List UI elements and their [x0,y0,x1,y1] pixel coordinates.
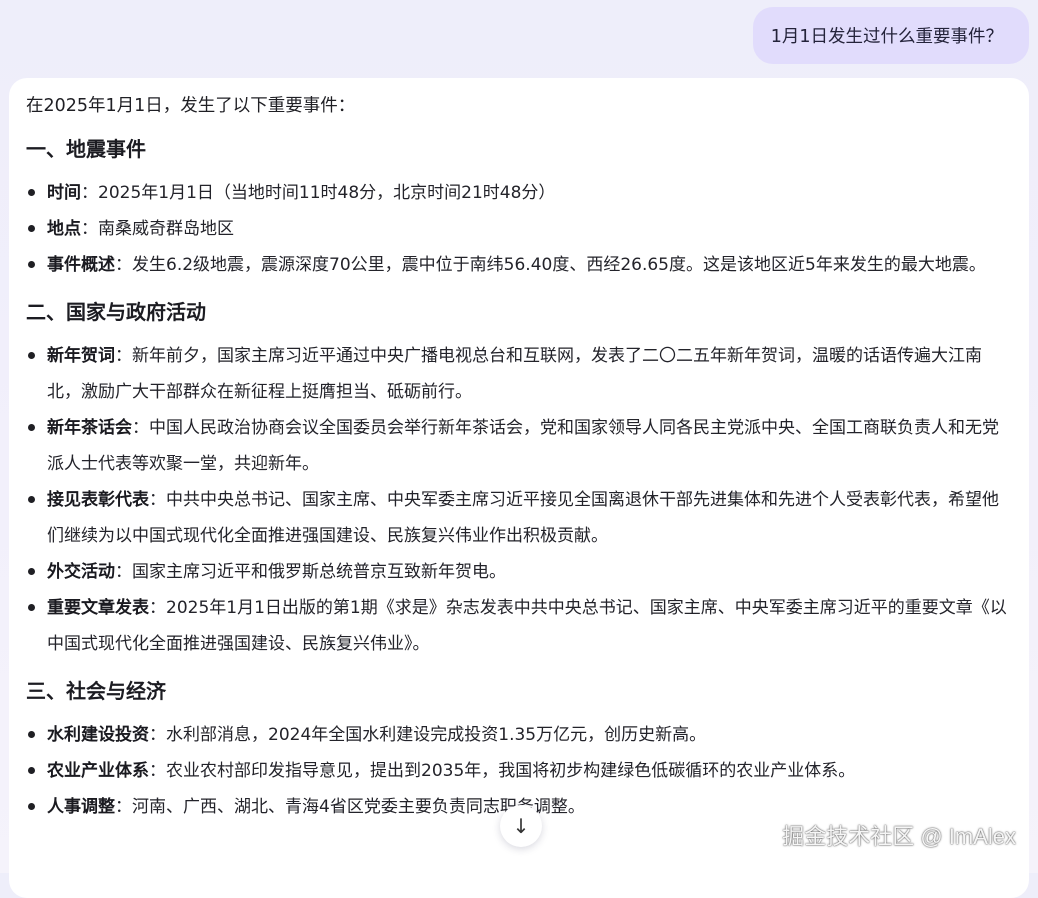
list-item: 新年贺词：新年前夕，国家主席习近平通过中央广播电视总台和互联网，发表了二〇二五年… [26,338,1013,410]
bullet-text: 2025年1月1日出版的第1期《求是》杂志发表中共中央总书记、国家主席、中央军委… [47,598,1007,654]
bullet-separator: ： [149,725,166,745]
list-item: 水利建设投资：水利部消息，2024年全国水利建设完成投资1.35万亿元，创历史新… [26,717,1013,753]
bullet-term: 新年茶话会 [47,418,132,438]
arrow-down-icon: ↓ [512,814,530,838]
bullet-dot [28,424,35,431]
list-item: 时间：2025年1月1日（当地时间11时48分，北京时间21时48分） [26,175,1013,211]
bullet-dot [28,496,35,503]
list-item: 事件概述：发生6.2级地震，震源深度70公里，震中位于南纬56.40度、西经26… [26,247,1013,283]
bullet-term: 事件概述 [47,255,115,275]
bullet-dot [28,767,35,774]
list-item: 地点：南桑威奇群岛地区 [26,211,1013,247]
bullet-list: 时间：2025年1月1日（当地时间11时48分，北京时间21时48分） 地点：南… [26,175,1013,283]
bullet-text: 2025年1月1日（当地时间11时48分，北京时间21时48分） [98,183,556,203]
bullet-text: 发生6.2级地震，震源深度70公里，震中位于南纬56.40度、西经26.65度。… [132,255,986,275]
bullet-separator: ： [81,219,98,239]
bullet-separator: ： [149,490,166,510]
bullet-separator: ： [81,183,98,203]
list-item: 重要文章发表：2025年1月1日出版的第1期《求是》杂志发表中共中央总书记、国家… [26,590,1013,662]
section-heading-government: 二、国家与政府活动 [26,300,206,324]
list-item: 接见表彰代表：中共中央总书记、国家主席、中央军委主席习近平接见全国离退休干部先进… [26,482,1013,554]
bullet-term: 新年贺词 [47,346,115,366]
bullet-dot [28,225,35,232]
bullet-text: 南桑威奇群岛地区 [98,219,234,239]
bullet-text: 中国人民政治协商会议全国委员会举行新年茶话会，党和国家领导人同各民主党派中央、全… [47,418,999,474]
list-item: 农业产业体系：农业农村部印发指导意见，提出到2035年，我国将初步构建绿色低碳循… [26,753,1013,789]
bullet-term: 重要文章发表 [47,598,149,618]
bullet-dot [28,803,35,810]
bullet-term: 农业产业体系 [47,761,149,781]
bullet-separator: ： [149,598,166,618]
bullet-dot [28,261,35,268]
list-item: 外交活动：国家主席习近平和俄罗斯总统普京互致新年贺电。 [26,554,1013,590]
bullet-dot [28,604,35,611]
bullet-list: 新年贺词：新年前夕，国家主席习近平通过中央广播电视总台和互联网，发表了二〇二五年… [26,338,1013,662]
bullet-term: 地点 [47,219,81,239]
bullet-separator: ： [115,346,132,366]
bullet-term: 水利建设投资 [47,725,149,745]
bullet-dot [28,189,35,196]
answer-intro: 在2025年1月1日，发生了以下重要事件： [26,96,356,116]
bullet-text: 中共中央总书记、国家主席、中央军委主席习近平接见全国离退休干部先进集体和先进个人… [47,490,999,546]
bullet-term: 外交活动 [47,562,115,582]
user-message-bubble: 1月1日发生过什么重要事件？ [752,7,1029,64]
list-item: 新年茶话会：中国人民政治协商会议全国委员会举行新年茶话会，党和国家领导人同各民主… [26,410,1013,482]
bullet-dot [28,568,35,575]
bullet-term: 接见表彰代表 [47,490,149,510]
bullet-term: 人事调整 [47,797,115,817]
bullet-text: 农业农村部印发指导意见，提出到2035年，我国将初步构建绿色低碳循环的农业产业体… [166,761,856,781]
bullet-dot [28,352,35,359]
bullet-separator: ： [115,797,132,817]
bullet-text: 水利部消息，2024年全国水利建设完成投资1.35万亿元，创历史新高。 [166,725,707,745]
section-heading-society-economy: 三、社会与经济 [26,679,166,703]
bullet-separator: ： [132,418,149,438]
assistant-answer-card: 在2025年1月1日，发生了以下重要事件： 一、地震事件 时间：2025年1月1… [9,78,1029,898]
bullet-separator: ： [115,255,132,275]
bullet-text: 国家主席习近平和俄罗斯总统普京互致新年贺电。 [132,562,506,582]
section-heading-earthquake: 一、地震事件 [26,137,146,161]
bullet-separator: ： [149,761,166,781]
bullet-dot [28,731,35,738]
bullet-text: 新年前夕，国家主席习近平通过中央广播电视总台和互联网，发表了二〇二五年新年贺词，… [47,346,982,402]
bullet-separator: ： [115,562,132,582]
scroll-down-button[interactable]: ↓ [500,805,542,847]
bullet-term: 时间 [47,183,81,203]
watermark: 掘金技术社区 @ ImAlex [782,824,1016,849]
